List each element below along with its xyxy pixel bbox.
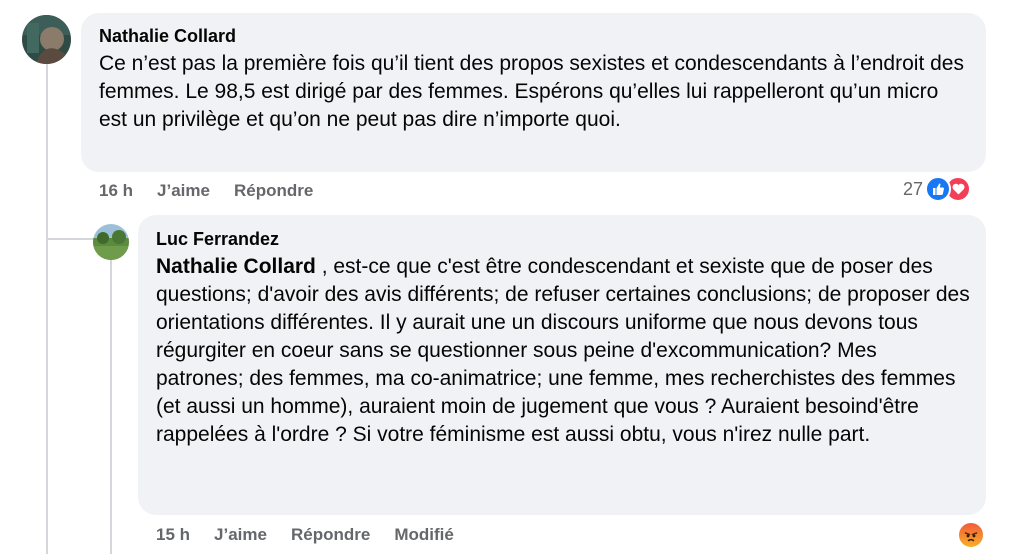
thread-line-branch <box>46 238 94 240</box>
avatar-luc-image <box>93 224 129 260</box>
edited-label[interactable]: Modifié <box>394 525 454 545</box>
reply-timestamp[interactable]: 15 h <box>156 525 190 545</box>
reply-text: Nathalie Collard , est-ce que c'est être… <box>156 253 970 449</box>
angry-icon <box>957 521 985 549</box>
reply-actions: 15 h J’aime Répondre Modifié <box>156 525 454 545</box>
thread-line-vertical <box>46 64 48 554</box>
reaction-count: 27 <box>903 178 924 199</box>
avatar-nathalie-image <box>22 15 71 64</box>
comment-bubble: Nathalie Collard Ce n’est pas la premièr… <box>81 13 986 172</box>
like-icon <box>925 176 952 202</box>
avatar[interactable] <box>93 224 129 260</box>
reply-button[interactable]: Répondre <box>291 525 370 545</box>
comment-text: Ce n’est pas la première fois qu’il tien… <box>99 52 964 131</box>
reply-body: , est-ce que c'est être condescendant et… <box>156 255 970 446</box>
avatar[interactable] <box>22 15 71 64</box>
reply-reactions[interactable] <box>957 521 985 549</box>
thread-line-reply <box>110 260 112 554</box>
reply-author[interactable]: Luc Ferrandez <box>156 228 970 250</box>
reply-bubble: Luc Ferrandez Nathalie Collard , est-ce … <box>138 215 986 515</box>
reply-button[interactable]: Répondre <box>234 181 313 201</box>
comment-reactions[interactable]: 27 <box>903 176 972 202</box>
comment-actions: 16 h J’aime Répondre <box>99 181 313 201</box>
like-button[interactable]: J’aime <box>214 525 267 545</box>
comment-author[interactable]: Nathalie Collard <box>99 25 970 47</box>
comment-timestamp[interactable]: 16 h <box>99 181 133 201</box>
mention-link[interactable]: Nathalie Collard <box>156 255 316 278</box>
like-button[interactable]: J’aime <box>157 181 210 201</box>
